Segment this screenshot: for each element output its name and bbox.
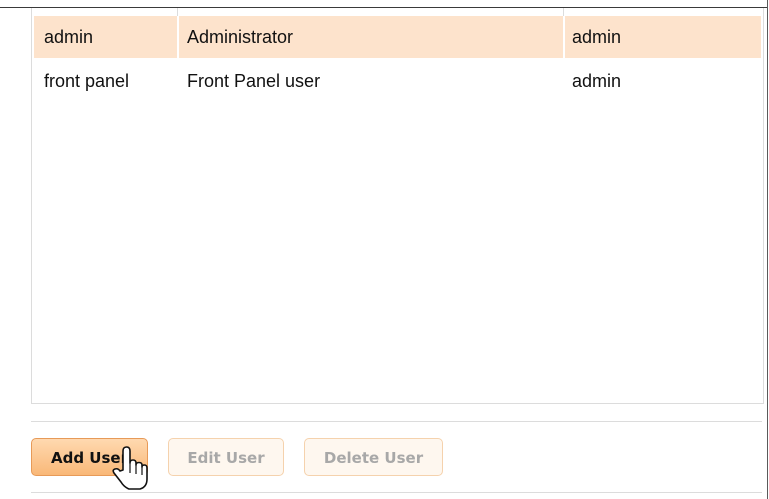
cell-username: admin	[44, 27, 94, 47]
table-row[interactable]: admin Administrator admin	[34, 16, 761, 58]
cell-role: admin	[572, 71, 622, 91]
delete-user-button[interactable]: Delete User	[304, 438, 443, 476]
edit-user-button[interactable]: Edit User	[168, 438, 284, 476]
cell-divider	[563, 16, 565, 58]
hand-pointer-icon	[112, 446, 148, 490]
table-row[interactable]: front panel Front Panel user admin	[34, 60, 761, 102]
users-table: admin Administrator admin front panel Fr…	[31, 8, 764, 404]
cell-full-name: Front Panel user	[187, 71, 321, 91]
user-management-panel: admin Administrator admin front panel Fr…	[0, 0, 768, 499]
cell-full-name: Administrator	[187, 27, 294, 47]
cell-role: admin	[572, 27, 622, 47]
column-divider	[177, 8, 178, 16]
button-bar-bottom-divider	[31, 492, 762, 493]
cell-divider	[177, 16, 179, 58]
cell-username: front panel	[44, 71, 130, 91]
panel-top-edge	[0, 0, 768, 8]
column-divider	[563, 8, 564, 16]
button-bar-top-divider	[31, 421, 762, 422]
panel-right-edge	[767, 0, 768, 499]
